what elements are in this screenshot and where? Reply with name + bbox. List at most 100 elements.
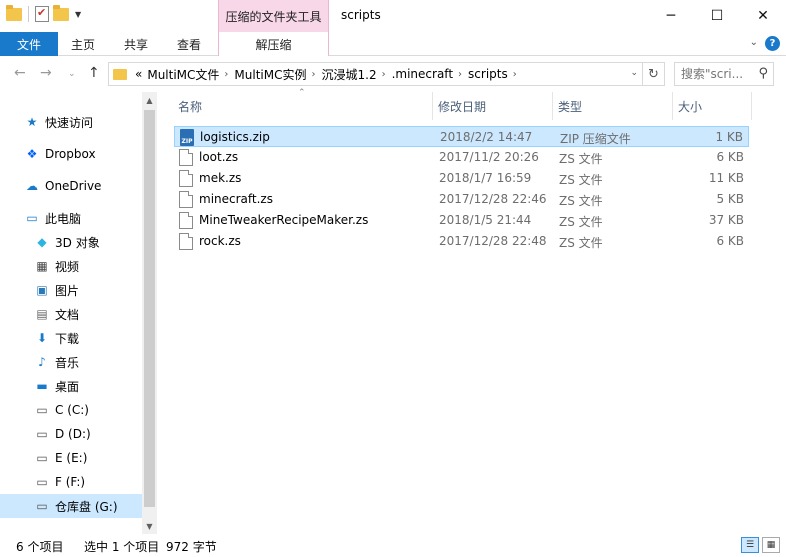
- picture-icon: ▣: [36, 283, 48, 297]
- status-bar: 6 个项目 选中 1 个项目 972 字节 ☰ ▦: [0, 534, 786, 557]
- breadcrumb-chevron-icon[interactable]: ›: [312, 69, 316, 80]
- breadcrumb-chevron-icon[interactable]: ›: [513, 69, 517, 80]
- file-icon: [179, 170, 193, 187]
- file-row[interactable]: minecraft.zs 2017/12/28 22:46 ZS 文件 5 KB: [174, 189, 749, 210]
- file-icon: [179, 212, 193, 229]
- document-icon: ▤: [36, 307, 48, 321]
- file-type: ZIP 压缩文件: [560, 132, 631, 146]
- details-view-icon[interactable]: ☰: [741, 537, 759, 553]
- breadcrumb-item[interactable]: MultiMC文件: [147, 66, 219, 83]
- sidebar-item[interactable]: ☁ OneDrive: [0, 174, 142, 198]
- file-icon: [179, 149, 193, 166]
- selection-count: 选中 1 个项目: [84, 540, 160, 554]
- file-type: ZS 文件: [559, 236, 603, 250]
- breadcrumb-chevron-icon[interactable]: ›: [458, 69, 462, 80]
- new-folder-icon[interactable]: [53, 4, 69, 21]
- maximize-button[interactable]: ☐: [694, 0, 740, 32]
- search-icon[interactable]: ⚲: [758, 66, 768, 81]
- file-row[interactable]: rock.zs 2017/12/28 22:48 ZS 文件 6 KB: [174, 231, 749, 252]
- breadcrumb-overflow[interactable]: «: [135, 67, 142, 81]
- file-icon: [179, 233, 193, 250]
- column-header-name[interactable]: 名称 ⌃: [158, 88, 433, 120]
- file-row[interactable]: MineTweakerRecipeMaker.zs 2018/1/5 21:44 Z…: [174, 210, 749, 231]
- large-icons-view-icon[interactable]: ▦: [762, 537, 780, 553]
- sidebar-item[interactable]: ▤ 文档: [0, 302, 142, 326]
- computer-icon: ▭: [26, 211, 38, 225]
- breadcrumb-item[interactable]: scripts: [468, 67, 508, 81]
- sidebar-item[interactable]: ▭ F (F:): [0, 470, 142, 494]
- close-button[interactable]: ✕: [740, 0, 786, 32]
- breadcrumb-item[interactable]: MultiMC实例: [234, 66, 306, 83]
- sidebar-item[interactable]: ❖ Dropbox: [0, 142, 142, 166]
- context-tab-title: 压缩的文件夹工具: [218, 0, 329, 32]
- cube-icon: ◆: [37, 235, 47, 249]
- file-date: 2017/11/2 20:26: [439, 150, 539, 164]
- sidebar-item-label: 快速访问: [45, 115, 94, 130]
- breadcrumb-item[interactable]: .minecraft: [392, 67, 453, 81]
- address-dropdown-chevron-icon[interactable]: ⌄: [630, 68, 638, 78]
- properties-icon[interactable]: [35, 6, 49, 22]
- toolbar-divider: [28, 6, 29, 22]
- breadcrumb-chevron-icon[interactable]: ›: [224, 69, 228, 80]
- search-input[interactable]: [681, 67, 751, 81]
- customize-toolbar-chevron-icon[interactable]: ▼: [75, 10, 81, 19]
- scroll-up-icon[interactable]: ▲: [142, 92, 157, 108]
- folder-icon[interactable]: [6, 4, 22, 21]
- refresh-icon[interactable]: ↻: [642, 63, 664, 85]
- minimize-button[interactable]: ─: [648, 0, 694, 32]
- sidebar-item[interactable]: ▦ 视频: [0, 254, 142, 278]
- file-row[interactable]: loot.zs 2017/11/2 20:26 ZS 文件 6 KB: [174, 147, 749, 168]
- file-icon: [179, 191, 193, 208]
- cloud-icon: ☁: [26, 179, 38, 193]
- forward-arrow-icon[interactable]: →: [40, 65, 52, 81]
- sidebar-item[interactable]: ▭ D (D:): [0, 422, 142, 446]
- scrollbar-thumb[interactable]: [144, 110, 155, 507]
- window-title: scripts: [341, 8, 381, 22]
- tab-view[interactable]: 查看: [163, 32, 215, 56]
- tab-file[interactable]: 文件: [0, 32, 58, 56]
- drive-icon: ▭: [36, 475, 48, 489]
- sidebar-item[interactable]: ▭ 此电脑: [0, 206, 142, 230]
- zip-file-icon: ZIP: [180, 129, 194, 146]
- file-row[interactable]: mek.zs 2018/1/7 16:59 ZS 文件 11 KB: [174, 168, 749, 189]
- sidebar-item[interactable]: ▭ 仓库盘 (G:): [0, 494, 142, 518]
- sidebar-item[interactable]: ★ 快速访问: [0, 110, 142, 134]
- sidebar-item[interactable]: ▬ 桌面: [0, 374, 142, 398]
- column-header-size[interactable]: 大小: [674, 92, 752, 120]
- up-arrow-icon[interactable]: ↑: [88, 65, 100, 81]
- file-list: 名称 ⌃ 修改日期 类型 大小 ZIP logistics.zip 2018/2/2…: [158, 88, 786, 534]
- sidebar-item[interactable]: ♪ 音乐: [0, 350, 142, 374]
- expand-ribbon-chevron-icon[interactable]: ⌄: [750, 37, 758, 48]
- address-bar[interactable]: « MultiMC文件 › MultiMC实例 › 沉浸城1.2 › .mine…: [108, 62, 665, 86]
- column-header-type[interactable]: 类型: [554, 92, 673, 120]
- recent-locations-chevron-icon[interactable]: ⌄: [68, 69, 76, 79]
- sidebar-item[interactable]: ◆ 3D 对象: [0, 230, 142, 254]
- column-header-date[interactable]: 修改日期: [434, 92, 553, 120]
- sidebar-item[interactable]: ▭ E (E:): [0, 446, 142, 470]
- sidebar-item[interactable]: ▭ C (C:): [0, 398, 142, 422]
- breadcrumb-chevron-icon[interactable]: ›: [382, 69, 386, 80]
- help-icon[interactable]: ?: [765, 36, 780, 51]
- quick-access-toolbar: ▼: [6, 4, 81, 22]
- file-size: 5 KB: [716, 192, 744, 206]
- tab-share[interactable]: 共享: [110, 32, 162, 56]
- column-header-label: 类型: [558, 99, 583, 114]
- scroll-down-icon[interactable]: ▼: [142, 518, 157, 534]
- sidebar-item-label: 视频: [55, 259, 80, 274]
- item-count: 6 个项目: [16, 540, 64, 554]
- folder-icon: [113, 68, 127, 80]
- tab-home[interactable]: 主页: [58, 32, 108, 56]
- file-date: 2018/1/7 16:59: [439, 171, 532, 185]
- dropbox-icon: ❖: [26, 147, 38, 161]
- back-arrow-icon[interactable]: ←: [14, 65, 26, 81]
- sidebar-item[interactable]: ▣ 图片: [0, 278, 142, 302]
- navigation-pane-scrollbar[interactable]: ▲ ▼: [142, 92, 157, 534]
- tab-extract[interactable]: 解压缩: [218, 32, 329, 56]
- search-box[interactable]: ⚲: [674, 62, 774, 86]
- sidebar-item[interactable]: ⬇ 下载: [0, 326, 142, 350]
- sidebar-item-label: F (F:): [55, 475, 86, 489]
- file-row[interactable]: ZIP logistics.zip 2018/2/2 14:47 ZIP 压缩文件 1 …: [174, 126, 749, 147]
- drive-icon: ▭: [36, 499, 48, 513]
- file-name: rock.zs: [199, 234, 241, 248]
- breadcrumb-item[interactable]: 沉浸城1.2: [322, 66, 377, 83]
